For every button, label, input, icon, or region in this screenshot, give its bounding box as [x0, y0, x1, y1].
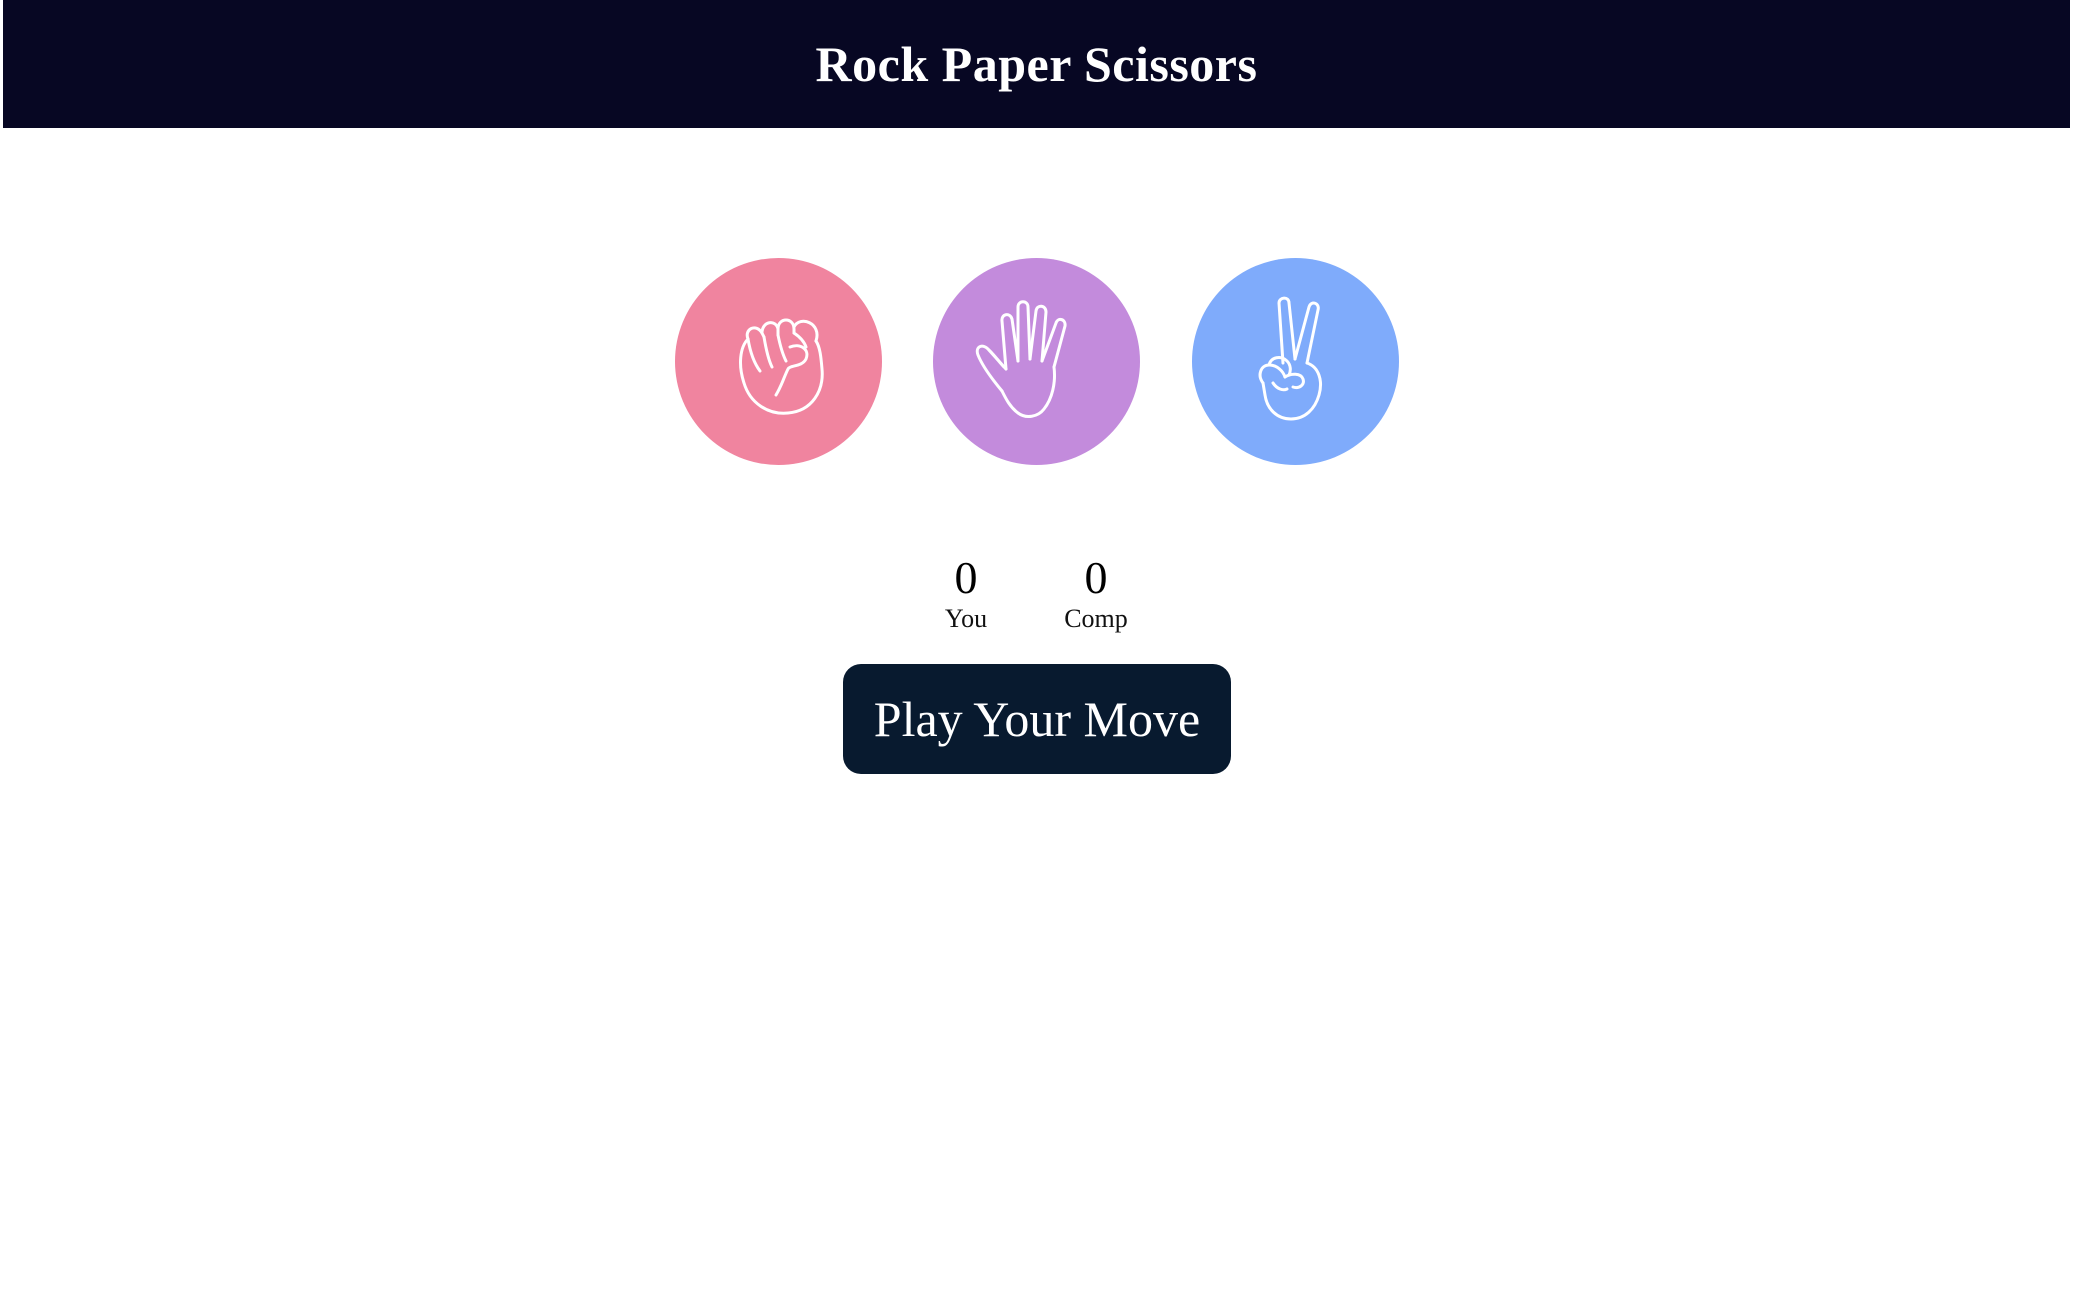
score-you: 0 You	[906, 552, 1026, 634]
paper-choice-button[interactable]	[933, 258, 1140, 465]
scissors-choice-button[interactable]	[1192, 258, 1399, 465]
you-score-value: 0	[954, 552, 978, 603]
open-hand-icon	[975, 299, 1067, 418]
page-title: Rock Paper Scissors	[815, 36, 1258, 92]
rock-choice-button[interactable]	[675, 258, 882, 465]
peace-hand-icon	[1258, 296, 1322, 420]
play-move-button[interactable]: Play Your Move	[843, 664, 1231, 774]
score-comp: 0 Comp	[1036, 552, 1156, 634]
comp-score-label: Comp	[1064, 604, 1128, 633]
fist-icon	[738, 318, 824, 415]
choice-row	[0, 258, 2073, 465]
comp-score-value: 0	[1084, 552, 1108, 603]
app-header: Rock Paper Scissors	[3, 0, 2070, 128]
you-score-label: You	[944, 604, 988, 633]
